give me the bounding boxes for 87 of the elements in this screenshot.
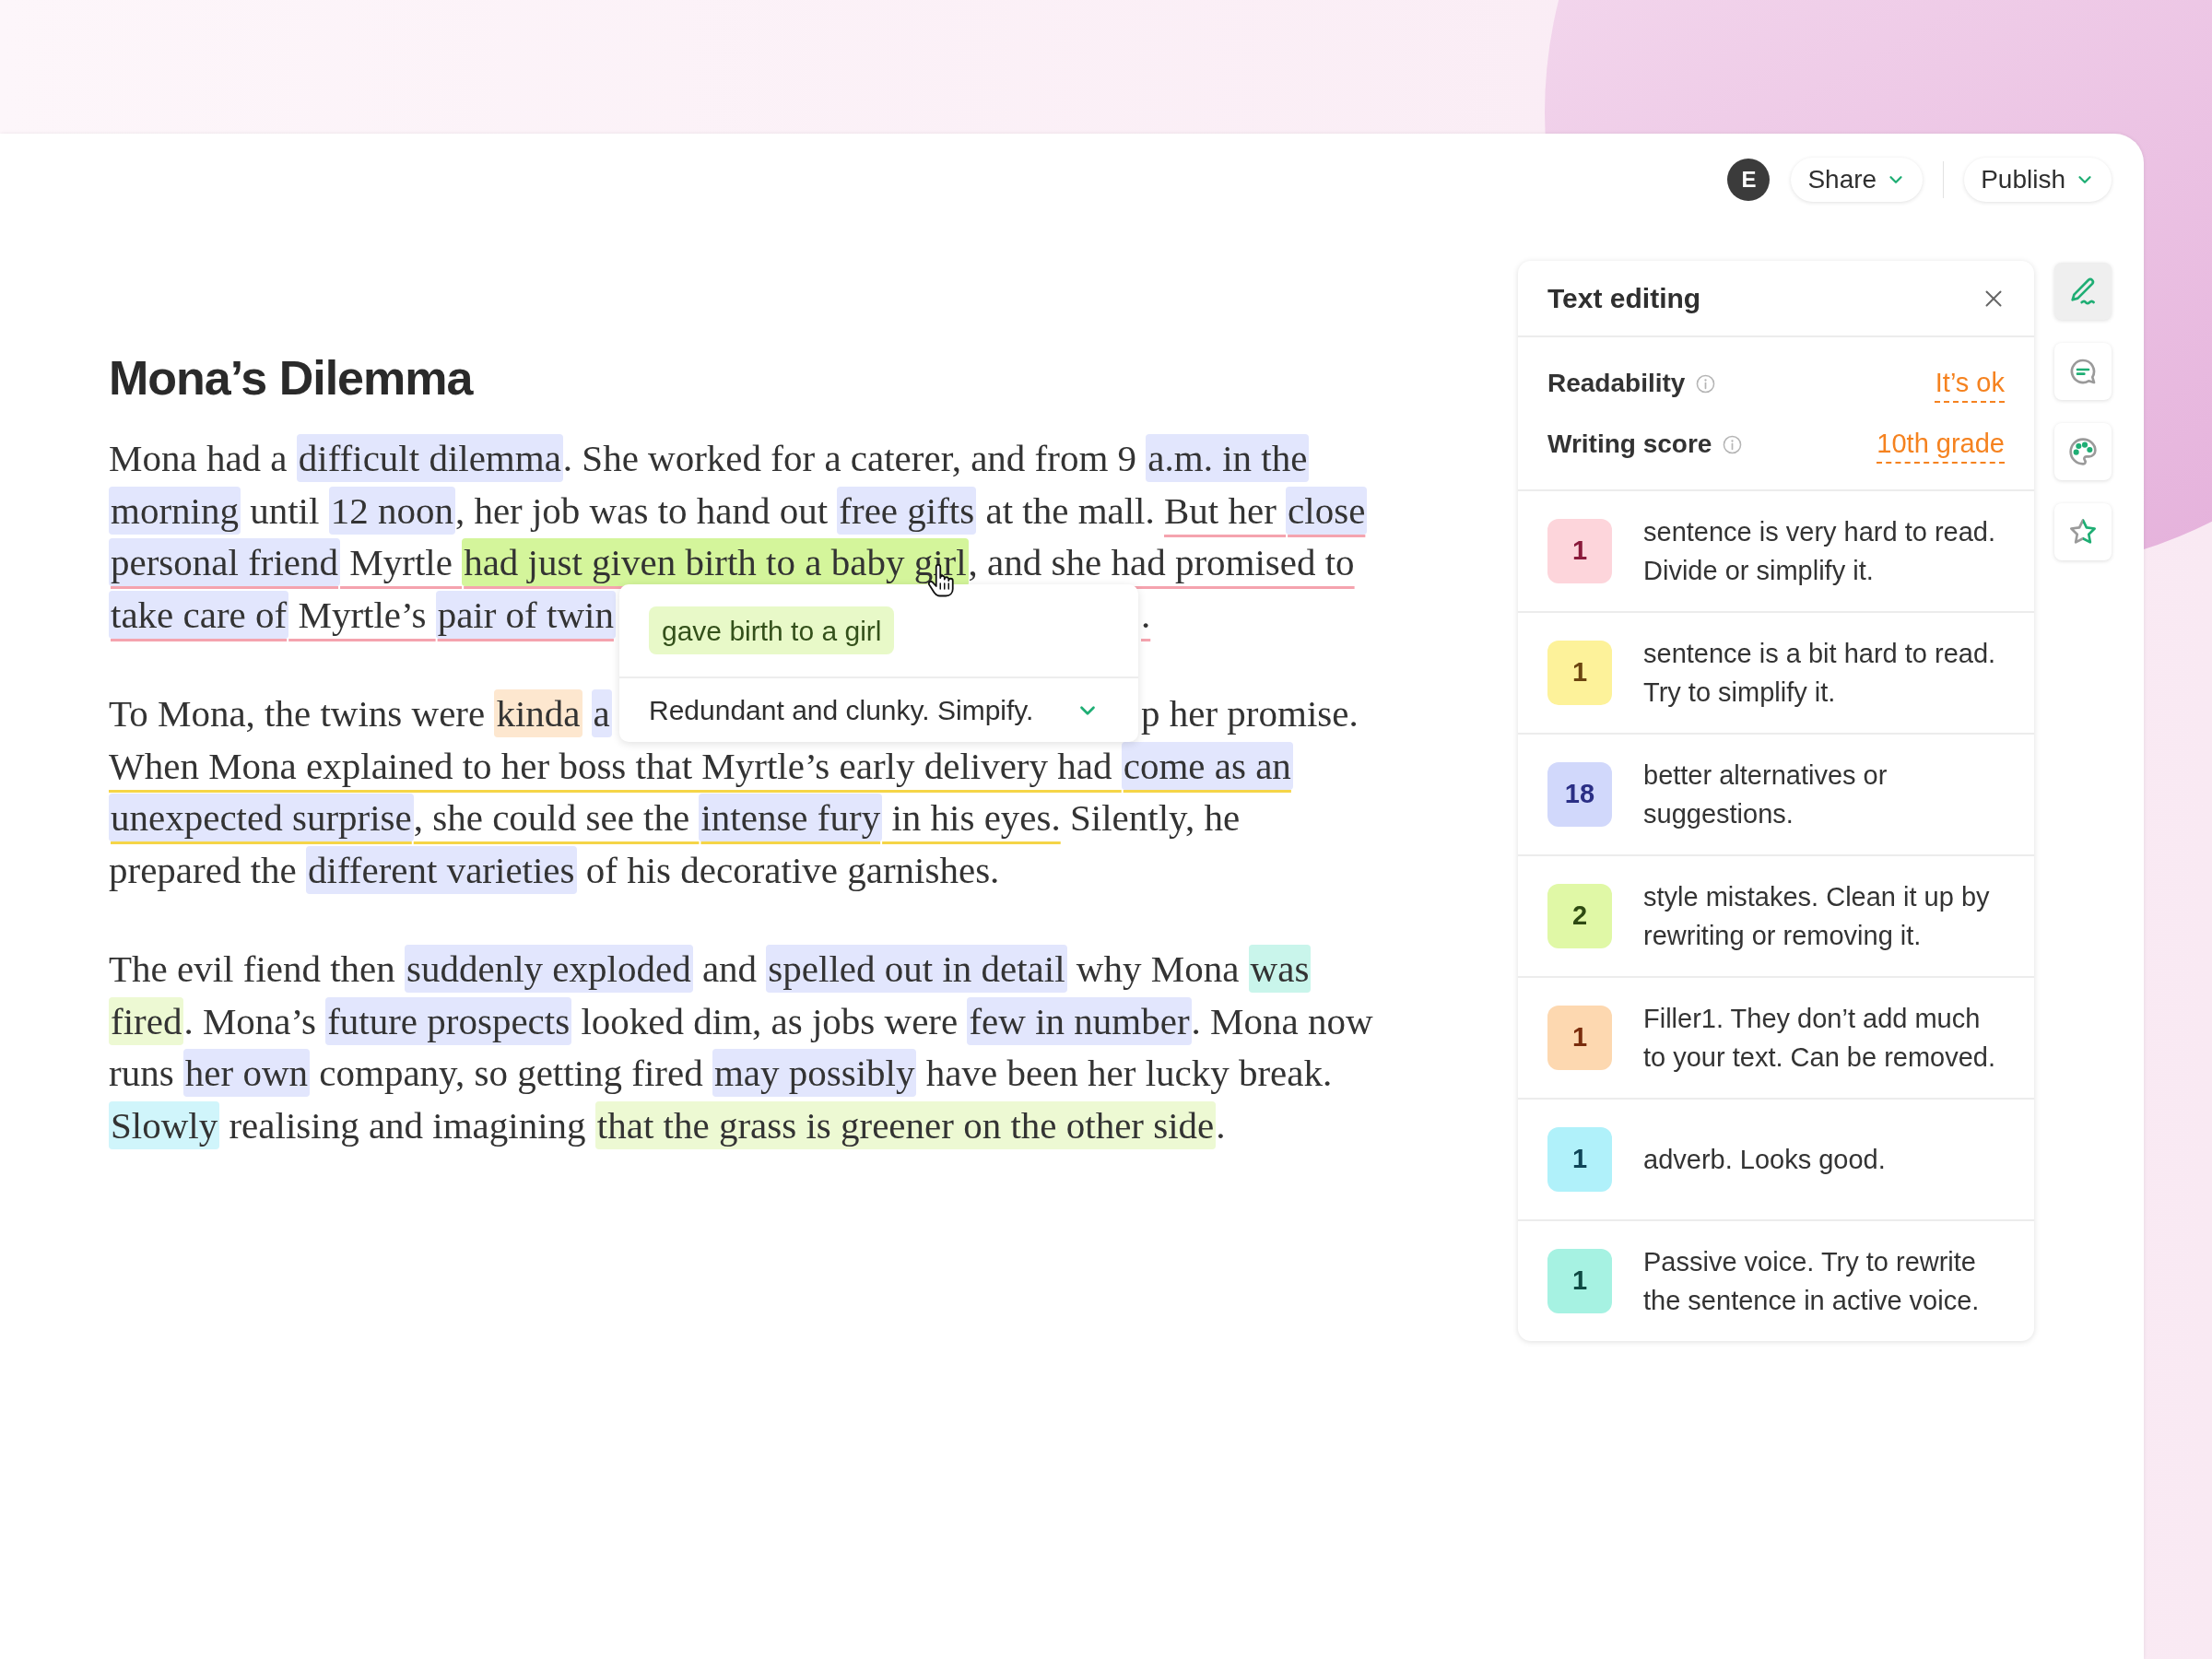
body-text: . She worked for a caterer, and from 9 <box>562 437 1138 479</box>
highlighted-phrase[interactable]: morning <box>109 486 241 535</box>
issue-description: better alternatives or suggestions. <box>1643 759 1888 830</box>
score-label: Writing score <box>1547 429 1712 460</box>
highlighted-phrase[interactable]: spelled out in detail <box>766 945 1067 993</box>
highlighted-phrase[interactable]: was <box>1248 945 1312 993</box>
publish-button[interactable]: Publish <box>1964 158 2112 202</box>
body-text: realising and imagining <box>228 1103 587 1147</box>
body-text: in his eyes. <box>890 796 1061 839</box>
body-text: , she could see the <box>413 796 691 839</box>
highlighted-phrase[interactable]: unexpected surprise <box>109 794 414 841</box>
score-label: Readability <box>1547 368 1686 399</box>
highlighted-phrase[interactable]: a <box>591 689 612 737</box>
highlighted-phrase[interactable]: free gifts <box>837 486 977 535</box>
body-text: until <box>249 488 321 532</box>
toolbar-button[interactable] <box>2054 263 2112 320</box>
body-text: Myrtle’s <box>297 593 428 636</box>
issue-count: 1 <box>1547 641 1612 705</box>
issue-description: sentence is a bit hard to read. Try to simplify it. <box>1643 638 1997 709</box>
highlighted-phrase[interactable]: personal friend <box>109 538 341 586</box>
highlighted-phrase[interactable]: different varieties <box>306 845 577 894</box>
issue-count: 2 <box>1547 884 1612 948</box>
body-text: Silently, he <box>1069 796 1241 839</box>
issue-description: style mistakes. Clean it up by rewriting or removing it. <box>1643 881 1991 952</box>
highlighted-phrase[interactable]: Slowly <box>109 1100 220 1149</box>
share-button[interactable]: Share <box>1791 158 1924 202</box>
issue-description: adverb. Looks good. <box>1643 1144 1887 1176</box>
issue-description: sentence is very hard to read. Divide or simplify it. <box>1643 516 1997 587</box>
issue-count: 18 <box>1547 762 1612 827</box>
star-icon <box>2068 517 2098 547</box>
issue-count: 1 <box>1547 1249 1612 1313</box>
highlighted-phrase[interactable]: intense fury <box>699 794 883 841</box>
body-text: . <box>1216 1103 1226 1147</box>
body-text: . <box>1141 593 1151 636</box>
body-text: runs <box>109 1052 175 1094</box>
highlighted-phrase[interactable]: pair of twin <box>435 590 616 639</box>
body-text: company, so getting fired <box>318 1052 704 1094</box>
highlighted-phrase[interactable]: may possibly <box>712 1049 917 1097</box>
body-text: To Mona, the twins were <box>109 692 487 735</box>
popup-message: Redundant and clunky. Simpify. <box>649 694 1034 727</box>
user-avatar[interactable]: E <box>1727 159 1771 201</box>
body-text: The evil fiend then <box>109 947 396 990</box>
body-text: p her promise. <box>1141 692 1359 735</box>
body-text: . Mona’s <box>183 999 317 1042</box>
toolbar-button[interactable] <box>2054 423 2112 480</box>
replacement-suggestion[interactable]: gave birth to a girl <box>649 606 895 654</box>
toolbar-button[interactable] <box>2054 343 2112 400</box>
issue-count: 1 <box>1547 1006 1612 1070</box>
document-title: Mona’s Dilemma <box>109 350 473 406</box>
highlighted-phrase[interactable]: a.m. in the <box>1146 434 1310 482</box>
highlighted-phrase[interactable]: kinda <box>494 689 582 737</box>
issue-count: 1 <box>1547 519 1612 583</box>
pen-icon <box>2068 276 2098 306</box>
body-text: looked dim, as jobs were <box>580 999 959 1042</box>
highlighted-phrase[interactable]: 12 noon <box>328 486 455 535</box>
body-text: of his decorative garnishes. <box>584 848 1000 891</box>
body-text: Myrtle <box>348 541 453 583</box>
highlighted-phrase[interactable]: fired <box>109 996 184 1045</box>
highlighted-phrase[interactable]: her own <box>182 1049 311 1097</box>
body-text: , her job was to hand out <box>454 488 830 532</box>
panel-title: Text editing <box>1547 282 1701 315</box>
body-text: When Mona explained to her boss that Myrtle’s early delivery had <box>109 744 1113 787</box>
body-text: and <box>700 947 759 990</box>
issue-count: 1 <box>1547 1127 1612 1192</box>
highlighted-phrase[interactable]: future prospects <box>325 996 572 1045</box>
body-text: why Mona <box>1075 947 1241 990</box>
body-text: at the mall. <box>984 488 1156 532</box>
body-text: prepared the <box>109 848 298 891</box>
highlighted-phrase[interactable]: suddenly exploded <box>405 945 693 993</box>
body-text: Mona had a <box>109 437 288 479</box>
palette-icon <box>2068 437 2098 466</box>
highlighted-phrase[interactable]: few in number <box>967 996 1192 1045</box>
highlighted-phrase[interactable]: come as an <box>1121 741 1293 790</box>
body-text: , and she had promised to <box>968 541 1355 583</box>
highlighted-phrase[interactable]: that the grass is greener on the other side <box>594 1100 1217 1149</box>
chat-bubble-icon <box>2068 357 2098 386</box>
info-icon <box>1696 373 1716 394</box>
issue-description: Passive voice. Try to rewrite the sentence in active voice. <box>1643 1246 1981 1317</box>
highlighted-phrase[interactable]: take care of <box>109 590 289 639</box>
highlighted-phrase[interactable]: close <box>1286 486 1368 535</box>
info-icon <box>1723 434 1743 454</box>
body-text: have been her lucky break. <box>924 1052 1333 1094</box>
issue-description: Filler1. They don’t add much to your text. Can be removed. <box>1643 1003 1997 1074</box>
highlighted-phrase[interactable]: difficult dilemma <box>296 434 563 482</box>
body-text: . Mona now <box>1191 999 1373 1042</box>
body-text: But her <box>1164 488 1277 532</box>
toolbar-button[interactable] <box>2054 503 2112 560</box>
